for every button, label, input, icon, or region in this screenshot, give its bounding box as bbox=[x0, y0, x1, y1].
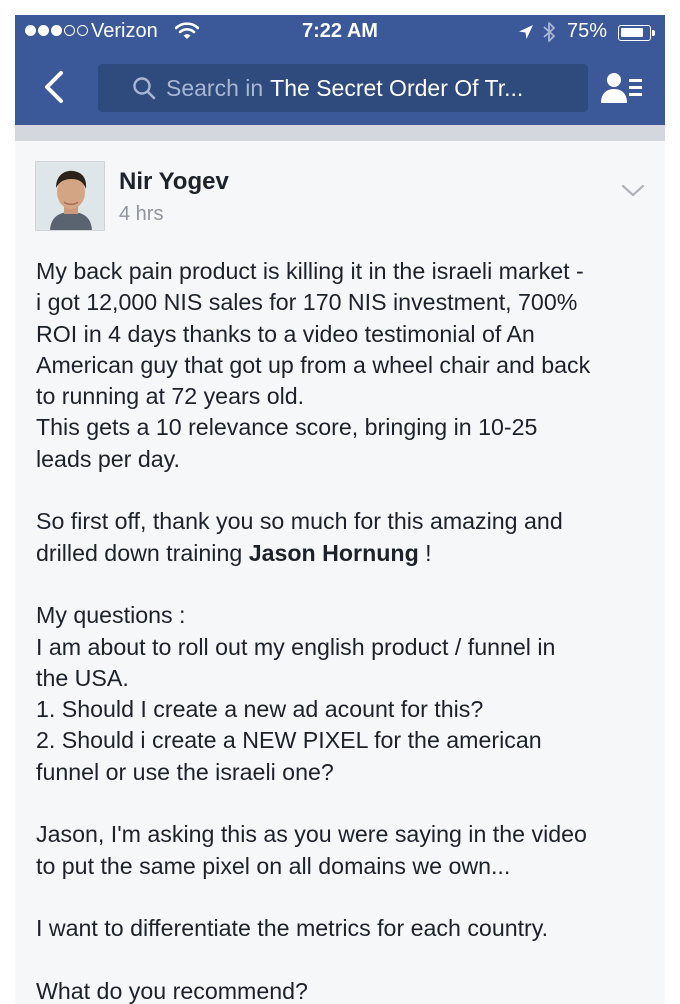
post-text: My back pain product is killing it in th… bbox=[36, 256, 656, 1004]
post-line: My back pain product is killing it in th… bbox=[36, 258, 584, 284]
chevron-down-icon[interactable] bbox=[621, 183, 645, 199]
post-line: leads per day. bbox=[36, 445, 180, 472]
battery-nub bbox=[652, 30, 655, 36]
post-timestamp[interactable]: 4 hrs bbox=[119, 203, 163, 226]
mention-link[interactable]: Jason Hornung bbox=[249, 540, 419, 566]
post-line: funnel or use the israeli one? bbox=[36, 758, 334, 785]
search-prefix: Search in bbox=[166, 74, 264, 101]
post-paragraph: My back pain product is killing it in th… bbox=[36, 256, 656, 475]
member-list-icon[interactable] bbox=[600, 71, 644, 107]
battery-percentage: 75% bbox=[567, 20, 608, 42]
back-icon[interactable] bbox=[37, 67, 73, 107]
post-paragraph: So first off, thank you so much for this… bbox=[36, 506, 656, 569]
post-line: So first off, thank you so much for this… bbox=[36, 508, 563, 535]
post-line: drilled down training bbox=[36, 539, 249, 566]
post-line: ROI in 4 days thanks to a video testimon… bbox=[36, 320, 535, 347]
battery-icon bbox=[618, 25, 651, 41]
search-icon bbox=[133, 77, 156, 100]
post-line: 2. Should i create a NEW PIXEL for the a… bbox=[36, 727, 542, 754]
post-paragraph: Jason, I'm asking this as you were sayin… bbox=[36, 819, 656, 882]
post-line: to running at 72 years old. bbox=[36, 383, 305, 410]
post-line: I am about to roll out my english produc… bbox=[36, 633, 556, 660]
post-line: i got 12,000 NIS sales for 170 NIS inves… bbox=[36, 289, 578, 316]
post-line: I want to differentiate the metrics for … bbox=[36, 915, 549, 942]
avatar-photo bbox=[36, 162, 104, 230]
post-line: ! bbox=[418, 539, 432, 566]
post-paragraph: I want to differentiate the metrics for … bbox=[36, 913, 656, 944]
post-line: This gets a 10 relevance score, bringing… bbox=[36, 414, 538, 441]
post-line: 1. Should I create a new ad acount for t… bbox=[36, 696, 484, 723]
post-paragraph: My questions : I am about to roll out my… bbox=[36, 600, 656, 788]
post-line: to put the same pixel on all domains we … bbox=[36, 852, 511, 879]
divider-band bbox=[15, 125, 665, 141]
app-screen: Verizon 7:22 AM 75% Search in The Secret… bbox=[15, 15, 665, 1004]
post-line: Jason, I'm asking this as you were sayin… bbox=[36, 821, 587, 848]
post-line: My questions : bbox=[36, 602, 186, 629]
group-search-field[interactable]: Search in The Secret Order Of Tr... bbox=[98, 64, 588, 112]
location-arrow-icon bbox=[519, 25, 533, 39]
post-line: American guy that got up from a wheel ch… bbox=[36, 351, 591, 378]
top-bar: Verizon 7:22 AM 75% Search in The Secret… bbox=[15, 15, 665, 125]
post-line: What do you recommend? bbox=[36, 977, 308, 1004]
status-bar: Verizon 7:22 AM 75% bbox=[15, 15, 665, 49]
author-name[interactable]: Nir Yogev bbox=[119, 168, 229, 196]
group-post: Nir Yogev 4 hrs My back pain product is … bbox=[15, 141, 665, 1004]
post-paragraph: What do you recommend? bbox=[36, 976, 656, 1004]
post-line: the USA. bbox=[36, 664, 129, 691]
bluetooth-icon bbox=[543, 22, 555, 42]
author-avatar[interactable] bbox=[35, 161, 105, 231]
search-group-name: The Secret Order Of Tr... bbox=[270, 74, 524, 101]
